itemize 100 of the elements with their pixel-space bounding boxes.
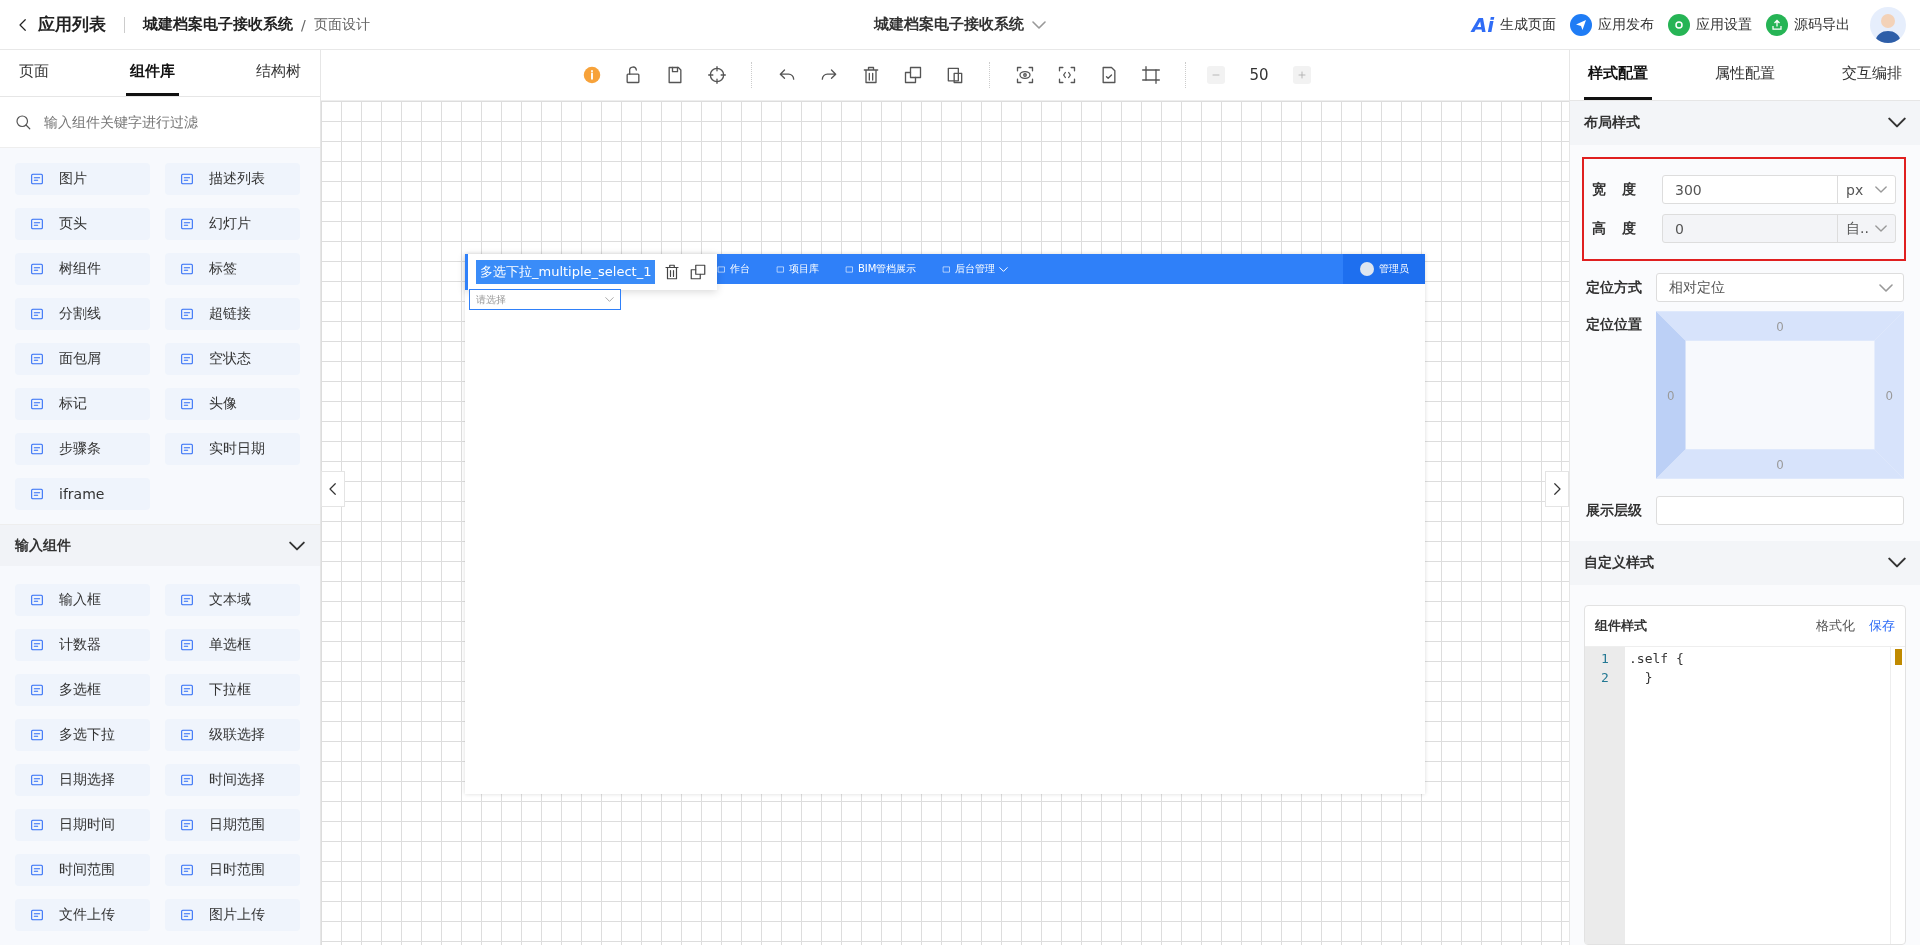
component-item[interactable]: 面包屑	[15, 343, 150, 376]
section-title: 布局样式	[1584, 114, 1640, 132]
size-field[interactable]: 300 px	[1662, 175, 1896, 204]
z-index-field[interactable]	[1656, 496, 1904, 525]
header-action[interactable]: Ai 生成页面	[1471, 12, 1556, 37]
format-button[interactable]: 格式化	[1816, 617, 1855, 635]
component-item[interactable]: 时间选择	[165, 764, 300, 796]
component-item[interactable]: 图片	[15, 163, 150, 196]
eye-icon	[1015, 65, 1035, 85]
field-label: 展示层级	[1586, 501, 1643, 520]
chevron-down-icon	[1032, 20, 1046, 29]
app-name: 城建档案电子接收系统	[143, 15, 293, 34]
component-item[interactable]: 计数器	[15, 629, 150, 661]
component-item[interactable]: 日期时间	[15, 809, 150, 841]
component-item[interactable]: 文本域	[165, 584, 300, 616]
paste-icon	[945, 65, 965, 85]
settings-icon	[1668, 13, 1690, 36]
code-icon	[1057, 65, 1077, 85]
component-item[interactable]: 日期范围	[165, 809, 300, 841]
copy-icon	[903, 65, 923, 85]
header-action[interactable]: 应用发布	[1570, 13, 1654, 36]
component-item[interactable]: 标记	[15, 388, 150, 421]
info-icon	[583, 66, 601, 84]
component-item[interactable]: 超链接	[165, 298, 300, 331]
chevron-down-icon	[1888, 557, 1906, 568]
zoom-value: 50	[1248, 66, 1270, 84]
line-number: 1	[1600, 651, 1610, 668]
nav-icon	[942, 264, 952, 274]
component-item[interactable]: 多选框	[15, 674, 150, 706]
component-icon	[29, 772, 45, 788]
component-item[interactable]: 头像	[165, 388, 300, 421]
component-item[interactable]: 步骤条	[15, 433, 150, 466]
user-menu[interactable]: 管理员	[1343, 254, 1425, 284]
component-item[interactable]: 级联选择	[165, 719, 300, 751]
component-item[interactable]: 页头	[15, 208, 150, 241]
component-item[interactable]: 标签	[165, 253, 300, 286]
chevron-down-icon	[289, 540, 305, 551]
search-icon	[14, 113, 32, 132]
component-item[interactable]: 描述列表	[165, 163, 300, 196]
unit-select[interactable]: px	[1837, 176, 1895, 203]
section-title: 自定义样式	[1584, 554, 1654, 572]
group-header[interactable]: 输入组件	[0, 524, 320, 566]
component-item[interactable]: 日时范围	[165, 854, 300, 886]
panel-tab[interactable]: 结构树	[252, 50, 305, 97]
position-select[interactable]: 相对定位	[1656, 273, 1904, 302]
component-icon	[179, 772, 195, 788]
component-item[interactable]: 分割线	[15, 298, 150, 331]
trash-icon	[663, 263, 682, 281]
component-item[interactable]: 多选下拉	[15, 719, 150, 751]
component-item[interactable]: 树组件	[15, 253, 150, 286]
chevron-down-icon	[1888, 117, 1906, 128]
nav-item[interactable]: 项目库	[776, 262, 819, 276]
search-field[interactable]: 输入组件关键字进行过滤	[42, 113, 306, 132]
component-item[interactable]: 下拉框	[165, 674, 300, 706]
ai-logo: Ai	[1471, 12, 1494, 37]
component-item[interactable]: iframe	[15, 478, 150, 511]
editor-title: 组件样式	[1595, 617, 1648, 635]
component-item[interactable]: 空状态	[165, 343, 300, 376]
save-button[interactable]: 保存	[1869, 617, 1895, 635]
nav-icon	[845, 264, 854, 274]
line-number: 2	[1600, 670, 1610, 687]
section-header[interactable]: 自定义样式	[1570, 541, 1920, 585]
field-label: 定位位置	[1586, 315, 1643, 334]
chevron-down-icon	[1879, 283, 1893, 292]
component-item[interactable]: 时间范围	[15, 854, 150, 886]
nav-item[interactable]: 后台管理	[942, 262, 1009, 276]
search-bar[interactable]: 输入组件关键字进行过滤	[0, 97, 320, 149]
component-item[interactable]: 文件上传	[15, 899, 150, 931]
nav-item[interactable]: 作台	[717, 262, 750, 276]
panel-tab[interactable]: 交互编排	[1838, 50, 1906, 100]
header-action[interactable]: 应用设置	[1668, 13, 1752, 36]
panel-tab[interactable]: 属性配置	[1711, 50, 1779, 100]
copy-icon	[689, 263, 708, 281]
component-item[interactable]: 图片上传	[165, 899, 300, 931]
component-item[interactable]: 日期选择	[15, 764, 150, 796]
component-icon	[179, 817, 195, 833]
trash-icon	[861, 65, 881, 85]
scroll-marker	[1895, 649, 1902, 665]
nav-item[interactable]: BIM管档展示	[845, 262, 917, 276]
component-item[interactable]: 实时日期	[165, 433, 300, 466]
section-header[interactable]: 布局样式	[1570, 101, 1920, 145]
avatar[interactable]	[1870, 6, 1906, 43]
panel-tab[interactable]: 页面	[15, 50, 53, 97]
component-item[interactable]: 幻灯片	[165, 208, 300, 241]
app-title: 城建档案电子接收系统	[874, 15, 1024, 34]
field-label: 高度	[1592, 219, 1636, 238]
export-icon	[1766, 13, 1788, 36]
chevron-down-icon	[999, 266, 1009, 272]
back-link[interactable]: 应用列表	[14, 13, 106, 36]
component-item[interactable]: 输入框	[15, 584, 150, 616]
chevron-down-icon	[1875, 225, 1887, 232]
component-item[interactable]: 单选框	[165, 629, 300, 661]
breadcrumb-separator: /	[301, 16, 306, 33]
component-icon	[179, 592, 195, 608]
header-action[interactable]: 源码导出	[1766, 13, 1850, 36]
paper-plane-icon	[1570, 13, 1592, 36]
component-icon	[179, 682, 195, 698]
component-icon	[29, 817, 45, 833]
group-title: 输入组件	[15, 536, 71, 555]
chevron-down-icon	[605, 297, 614, 302]
